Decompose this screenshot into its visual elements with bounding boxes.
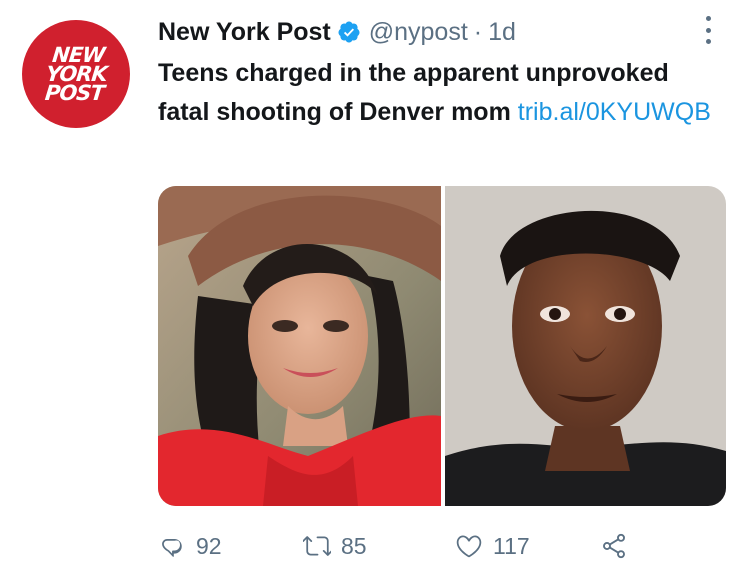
heart-icon xyxy=(456,535,482,558)
tweet-header: New York Post @nypost · 1d xyxy=(158,14,516,50)
retweet-button[interactable]: 85 xyxy=(303,532,455,560)
avatar[interactable]: NEW YORK POST xyxy=(22,20,130,128)
share-icon xyxy=(603,533,625,559)
logo-line: POST xyxy=(43,80,105,105)
photo-young-man-mugshot[interactable] xyxy=(445,186,726,506)
more-options-icon[interactable] xyxy=(706,16,712,44)
new-york-post-logo: NEW YORK POST xyxy=(43,43,110,105)
more-dot xyxy=(706,27,711,33)
like-button[interactable]: 117 xyxy=(455,532,600,560)
woman-photo-icon xyxy=(158,186,441,506)
reply-button[interactable]: 92 xyxy=(158,532,303,560)
tweet-actions: 92 85 117 xyxy=(158,528,638,564)
retweet-count: 85 xyxy=(341,532,367,559)
reply-count: 92 xyxy=(196,532,222,559)
more-dot xyxy=(706,39,711,44)
verified-badge-icon xyxy=(338,21,360,43)
separator-dot: · xyxy=(473,17,483,46)
tweet-timestamp[interactable]: 1d xyxy=(488,18,516,47)
tweet-text: Teens charged in the apparent unprovoked… xyxy=(158,54,718,132)
photo-woman-red-dress-hat[interactable] xyxy=(158,186,441,506)
more-dot xyxy=(706,16,711,21)
share-button[interactable] xyxy=(600,532,638,560)
like-count: 117 xyxy=(493,532,530,559)
retweet-icon xyxy=(303,536,331,556)
tweet-link[interactable]: trib.al/0KYUWQB xyxy=(518,98,711,126)
reply-icon xyxy=(162,539,182,557)
author-name[interactable]: New York Post xyxy=(158,18,331,47)
media-grid[interactable] xyxy=(158,186,726,506)
author-handle[interactable]: @nypost xyxy=(369,18,468,47)
man-photo-icon xyxy=(445,186,726,506)
tweet-card[interactable]: NEW YORK POST New York Post @nypost · 1d… xyxy=(0,0,750,569)
